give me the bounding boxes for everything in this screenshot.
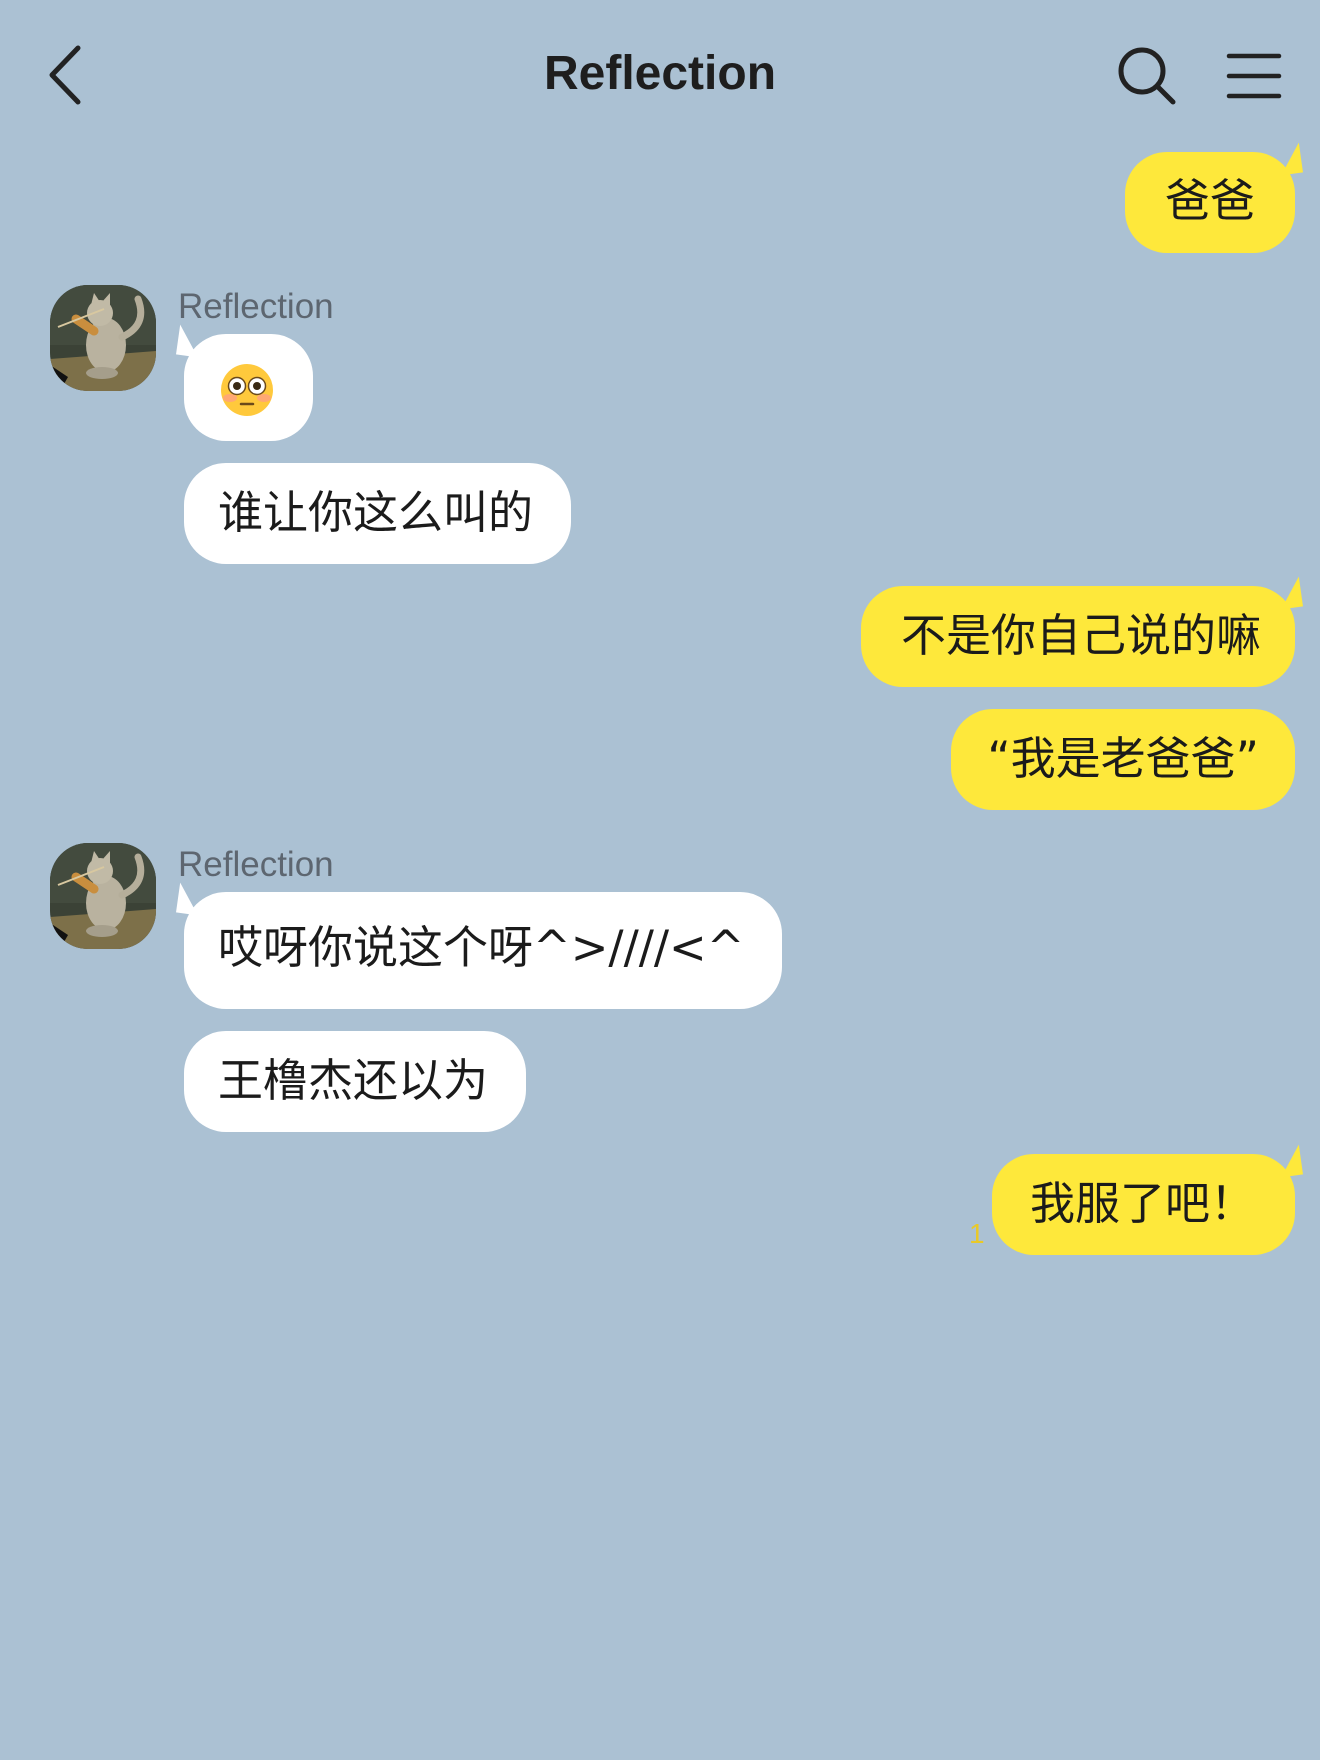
message-text: 我服了吧！ (1029, 1177, 1255, 1230)
message-bubble-received[interactable]: 哎呀你说这个呀^>////<^ (176, 882, 783, 1009)
message-bubble-sent[interactable]: 不是你自己说的嘛 (860, 576, 1303, 687)
bubble-tail (176, 324, 202, 358)
bubble-tail (1277, 142, 1303, 176)
message-list[interactable]: 爸爸 Reflection 谁让你这么叫的 不是你自己说的嘛 “我是老爸爸” R… (0, 142, 1320, 1760)
message-bubble-sent[interactable]: 爸爸 (1124, 142, 1303, 253)
message-bubble-received[interactable] (176, 324, 313, 441)
message-text: 谁让你这么叫的 (218, 486, 534, 539)
avatar[interactable] (50, 843, 156, 949)
message-text: 不是你自己说的嘛 (900, 609, 1261, 662)
flushed-face-emoji (221, 364, 273, 416)
cat-playing-violin-avatar-image (50, 843, 156, 949)
bubble-tail (1277, 576, 1303, 610)
message-text: “我是老爸爸” (987, 732, 1259, 785)
menu-button[interactable] (1226, 48, 1282, 104)
bubble-tail (1277, 1144, 1303, 1178)
unread-count: 1 (969, 1218, 985, 1249)
chevron-left-icon (49, 45, 81, 105)
message-text: 哎呀你说这个呀^>////<^ (218, 921, 745, 974)
sender-name: Reflection (178, 287, 334, 326)
sender-name: Reflection (178, 845, 334, 884)
hamburger-menu-icon (1226, 53, 1282, 99)
avatar[interactable] (50, 285, 156, 391)
search-button[interactable] (1115, 44, 1179, 108)
message-text: 爸爸 (1164, 174, 1255, 227)
message-text: 王橹杰还以为 (218, 1054, 489, 1107)
search-icon (1118, 47, 1176, 105)
back-button[interactable] (40, 40, 100, 110)
chat-header: Reflection (0, 0, 1320, 150)
message-bubble-received[interactable]: 王橹杰还以为 (184, 1031, 527, 1132)
bubble-tail (176, 882, 202, 916)
message-bubble-sent[interactable]: “我是老爸爸” (951, 709, 1295, 810)
cat-playing-violin-avatar-image (50, 285, 156, 391)
message-bubble-received[interactable]: 谁让你这么叫的 (184, 463, 572, 564)
message-bubble-sent[interactable]: 我服了吧！ (991, 1144, 1303, 1255)
